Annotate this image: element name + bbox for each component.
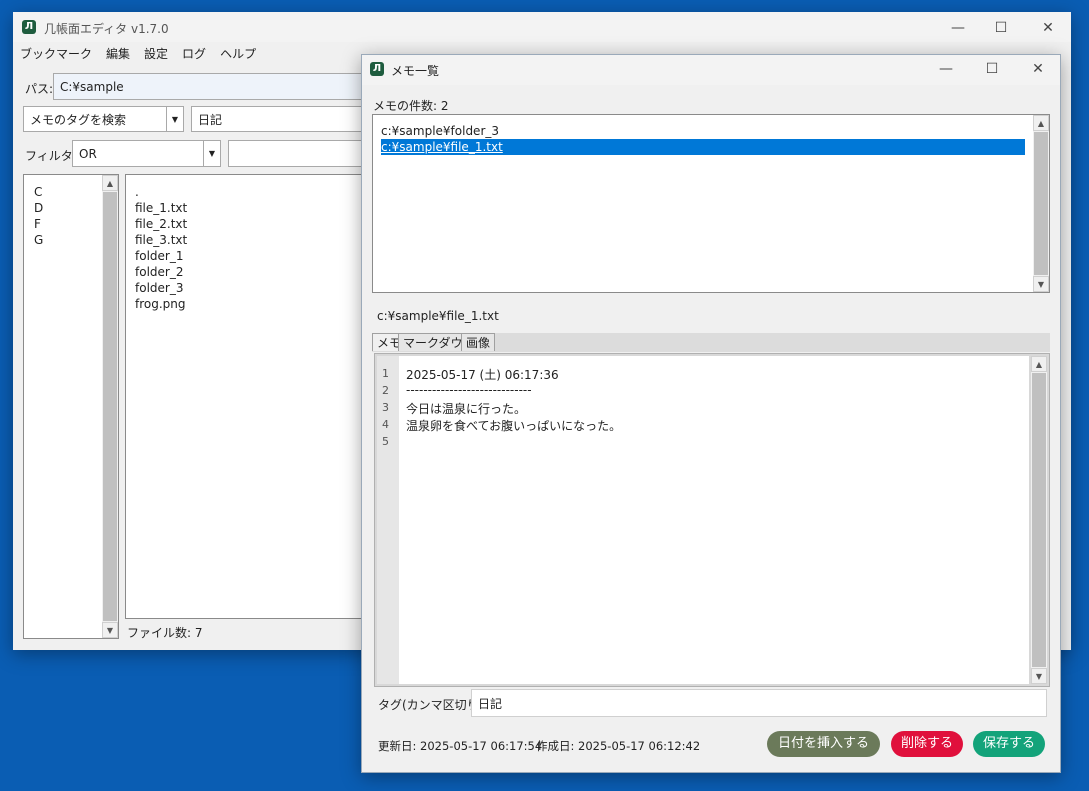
memo-item[interactable]: c:¥sample¥folder_3 bbox=[381, 123, 1025, 139]
memo-window-title: メモ一覧 bbox=[391, 64, 440, 78]
maximize-icon[interactable]: ☐ bbox=[982, 59, 1002, 79]
search-input[interactable]: 日記 bbox=[191, 106, 373, 132]
scroll-thumb[interactable] bbox=[1034, 132, 1048, 275]
menu-bar: ブックマーク 編集 設定 ログ ヘルプ bbox=[20, 45, 270, 62]
menu-settings[interactable]: 設定 bbox=[144, 45, 168, 62]
memo-window: Л メモ一覧 — ☐ ✕ メモの件数: 2 c:¥sample¥folder_3… bbox=[361, 54, 1061, 773]
file-items: . file_1.txt file_2.txt file_3.txt folde… bbox=[135, 184, 187, 312]
drive-scrollbar[interactable]: ▲ ▼ bbox=[102, 175, 118, 638]
memo-titlebar[interactable]: Л メモ一覧 — ☐ ✕ bbox=[362, 55, 1060, 85]
line-number: 4 bbox=[382, 418, 389, 431]
main-window-title: 几帳面エディタ v1.7.0 bbox=[44, 22, 169, 36]
maximize-icon[interactable]: ☐ bbox=[991, 18, 1011, 38]
updated-date: 更新日: 2025-05-17 06:17:54 bbox=[378, 739, 543, 753]
scroll-up-icon[interactable]: ▲ bbox=[1031, 356, 1047, 372]
editor-line: ----------------------------- bbox=[406, 383, 532, 397]
minimize-icon[interactable]: — bbox=[936, 59, 956, 79]
created-date: 作成日: 2025-05-17 06:12:42 bbox=[536, 739, 701, 753]
save-button[interactable]: 保存する bbox=[973, 731, 1045, 757]
path-label: パス: bbox=[25, 82, 54, 96]
line-number-gutter: 1 2 3 4 5 bbox=[377, 356, 399, 684]
file-item[interactable]: folder_2 bbox=[135, 264, 187, 280]
line-number: 1 bbox=[382, 367, 389, 380]
path-input[interactable]: C:¥sample bbox=[53, 73, 373, 100]
chevron-down-icon[interactable]: ▼ bbox=[203, 141, 220, 166]
scroll-up-icon[interactable]: ▲ bbox=[1033, 115, 1049, 131]
file-list[interactable]: . file_1.txt file_2.txt file_3.txt folde… bbox=[125, 174, 375, 619]
close-icon[interactable]: ✕ bbox=[1028, 59, 1048, 79]
memo-item-selected[interactable]: c:¥sample¥file_1.txt bbox=[381, 139, 1025, 155]
file-item[interactable]: folder_3 bbox=[135, 280, 187, 296]
filter-text-input[interactable] bbox=[228, 140, 373, 167]
menu-bookmark[interactable]: ブックマーク bbox=[20, 45, 92, 62]
memo-list-scrollbar[interactable]: ▲ ▼ bbox=[1033, 115, 1049, 292]
line-number: 2 bbox=[382, 384, 389, 397]
drive-item[interactable]: G bbox=[34, 232, 43, 248]
memo-text-area[interactable]: 2025-05-17 (土) 06:17:36 ----------------… bbox=[399, 356, 1029, 684]
scroll-down-icon[interactable]: ▼ bbox=[102, 622, 118, 638]
tab-image[interactable]: 画像 bbox=[461, 333, 496, 351]
file-item[interactable]: file_1.txt bbox=[135, 200, 187, 216]
editor-scrollbar[interactable]: ▲ ▼ bbox=[1031, 356, 1047, 684]
app-logo-icon: Л bbox=[22, 20, 36, 34]
close-icon[interactable]: ✕ bbox=[1038, 18, 1058, 38]
memo-list[interactable]: c:¥sample¥folder_3 c:¥sample¥file_1.txt … bbox=[372, 114, 1050, 293]
editor-frame: 1 2 3 4 5 2025-05-17 (土) 06:17:36 ------… bbox=[374, 353, 1050, 687]
editor-line: 温泉卵を食べてお腹いっぱいになった。 bbox=[406, 419, 622, 433]
file-count: ファイル数: 7 bbox=[127, 626, 203, 640]
scroll-up-icon[interactable]: ▲ bbox=[102, 175, 118, 191]
delete-button[interactable]: 削除する bbox=[891, 731, 963, 757]
file-item[interactable]: frog.png bbox=[135, 296, 187, 312]
minimize-icon[interactable]: — bbox=[948, 18, 968, 38]
app-logo-icon: Л bbox=[370, 62, 384, 76]
main-titlebar[interactable]: Л 几帳面エディタ v1.7.0 — ☐ ✕ bbox=[13, 12, 1071, 42]
search-mode-select[interactable]: メモのタグを検索 ▼ bbox=[23, 106, 184, 132]
line-number: 3 bbox=[382, 401, 389, 414]
file-item[interactable]: file_2.txt bbox=[135, 216, 187, 232]
editor-line: 2025-05-17 (土) 06:17:36 bbox=[406, 368, 559, 382]
drive-item[interactable]: D bbox=[34, 200, 43, 216]
scroll-thumb[interactable] bbox=[103, 192, 117, 621]
filter-value: OR bbox=[79, 146, 97, 161]
line-number: 5 bbox=[382, 435, 389, 448]
drive-list[interactable]: C D F G ▲ ▼ bbox=[23, 174, 119, 639]
editor-line: 今日は温泉に行った。 bbox=[406, 402, 527, 416]
tags-input[interactable]: 日記 bbox=[471, 689, 1047, 717]
file-item[interactable]: folder_1 bbox=[135, 248, 187, 264]
file-item[interactable]: file_3.txt bbox=[135, 232, 187, 248]
tab-strip: メモ マークダウン 画像 bbox=[372, 333, 1050, 352]
scroll-down-icon[interactable]: ▼ bbox=[1033, 276, 1049, 292]
drive-item[interactable]: F bbox=[34, 216, 43, 232]
menu-help[interactable]: ヘルプ bbox=[220, 45, 256, 62]
drive-item[interactable]: C bbox=[34, 184, 43, 200]
scroll-down-icon[interactable]: ▼ bbox=[1031, 668, 1047, 684]
menu-log[interactable]: ログ bbox=[182, 45, 206, 62]
current-memo-path: c:¥sample¥file_1.txt bbox=[377, 309, 499, 323]
memo-count-label: メモの件数: 2 bbox=[373, 99, 449, 113]
scroll-thumb[interactable] bbox=[1032, 373, 1046, 667]
search-mode-value: メモのタグを検索 bbox=[30, 112, 127, 127]
menu-edit[interactable]: 編集 bbox=[106, 45, 130, 62]
chevron-down-icon[interactable]: ▼ bbox=[166, 107, 183, 131]
filter-select[interactable]: OR ▼ bbox=[72, 140, 221, 167]
drive-items: C D F G bbox=[34, 184, 43, 248]
insert-date-button[interactable]: 日付を挿入する bbox=[767, 731, 880, 757]
file-item[interactable]: . bbox=[135, 184, 187, 200]
